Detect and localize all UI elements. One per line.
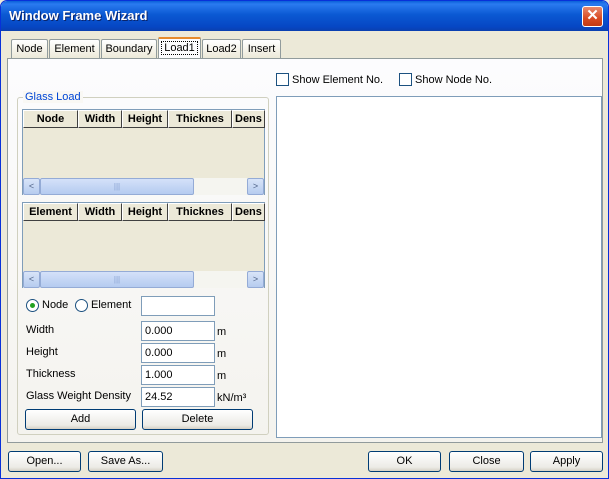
tab-label: Element [54,43,95,55]
close-button[interactable]: Close [449,451,524,472]
glass-weight-density-unit: kN/m³ [217,392,247,404]
tab-insert[interactable]: Insert [242,39,281,58]
column-header-element[interactable]: Element [23,203,78,221]
id-input[interactable] [141,296,215,316]
table-header: Node Width Height Thicknes Dens [23,110,265,128]
show-element-no-checkbox[interactable] [276,73,289,86]
window-title: Window Frame Wizard [9,8,148,23]
delete-button[interactable]: Delete [142,409,253,430]
node-radio-label: Node [42,299,69,311]
height-input[interactable]: 0.000 [141,343,215,363]
horizontal-scrollbar[interactable]: < ||| > [23,178,264,195]
glass-weight-density-input[interactable]: 24.52 [141,387,215,407]
node-load-table[interactable]: Node Width Height Thicknes Dens < ||| > [22,109,265,195]
scroll-right-button[interactable]: > [247,271,264,288]
node-radio[interactable] [26,299,39,312]
horizontal-scrollbar[interactable]: < ||| > [23,271,264,288]
wizard-window: Window Frame Wizard ✕ Node Element Bound… [0,0,609,479]
scroll-thumb[interactable]: ||| [40,271,194,288]
column-header-height[interactable]: Height [122,203,168,221]
chevron-right-icon: > [252,274,259,284]
column-header-thickness[interactable]: Thicknes [168,110,232,128]
width-unit: m [217,326,227,338]
chevron-left-icon: < [28,274,35,284]
height-label: Height [26,346,58,358]
close-icon: ✕ [586,7,599,24]
thickness-label: Thickness [26,368,76,380]
scroll-thumb[interactable]: ||| [40,178,194,195]
tab-label: Boundary [105,43,153,55]
tab-element[interactable]: Element [49,39,100,58]
height-unit: m [217,348,227,360]
column-header-node[interactable]: Node [23,110,78,128]
column-header-width[interactable]: Width [78,203,122,221]
tab-node[interactable]: Node [11,39,48,58]
tab-label: Node [16,43,43,55]
column-header-thickness[interactable]: Thicknes [168,203,232,221]
grip-icon: ||| [113,275,121,284]
glass-weight-density-label: Glass Weight Density [26,390,131,402]
element-radio[interactable] [75,299,88,312]
model-preview[interactable] [276,96,602,438]
element-radio-label: Element [91,299,132,311]
tab-label: Insert [247,43,276,55]
scroll-right-button[interactable]: > [247,178,264,195]
ok-button[interactable]: OK [368,451,441,472]
element-load-table[interactable]: Element Width Height Thicknes Dens < |||… [22,202,265,288]
column-header-density[interactable]: Dens [232,110,265,128]
grip-icon: ||| [113,182,121,191]
show-node-no-label: Show Node No. [415,74,493,86]
tab-boundary[interactable]: Boundary [101,39,157,58]
scroll-left-button[interactable]: < [23,271,40,288]
column-header-height[interactable]: Height [122,110,168,128]
tab-load2[interactable]: Load2 [202,39,241,58]
title-bar[interactable]: Window Frame Wizard ✕ [1,1,608,31]
glass-load-title: Glass Load [23,91,83,103]
tab-label: Load1 [161,41,198,55]
thickness-input[interactable]: 1.000 [141,365,215,385]
table-header: Element Width Height Thicknes Dens [23,203,265,221]
show-node-no-checkbox[interactable] [399,73,412,86]
save-as-button[interactable]: Save As... [88,451,163,472]
column-header-density[interactable]: Dens [232,203,265,221]
show-element-no-label: Show Element No. [292,74,384,86]
tab-label: Load2 [206,43,237,55]
chevron-left-icon: < [28,181,35,191]
close-window-button[interactable]: ✕ [582,6,603,27]
add-button[interactable]: Add [25,409,136,430]
width-label: Width [26,324,55,336]
open-button[interactable]: Open... [8,451,81,472]
chevron-right-icon: > [252,181,259,191]
width-input[interactable]: 0.000 [141,321,215,341]
thickness-unit: m [217,370,227,382]
tab-load1[interactable]: Load1 [158,37,201,58]
apply-button[interactable]: Apply [530,451,603,472]
scroll-left-button[interactable]: < [23,178,40,195]
column-header-width[interactable]: Width [78,110,122,128]
